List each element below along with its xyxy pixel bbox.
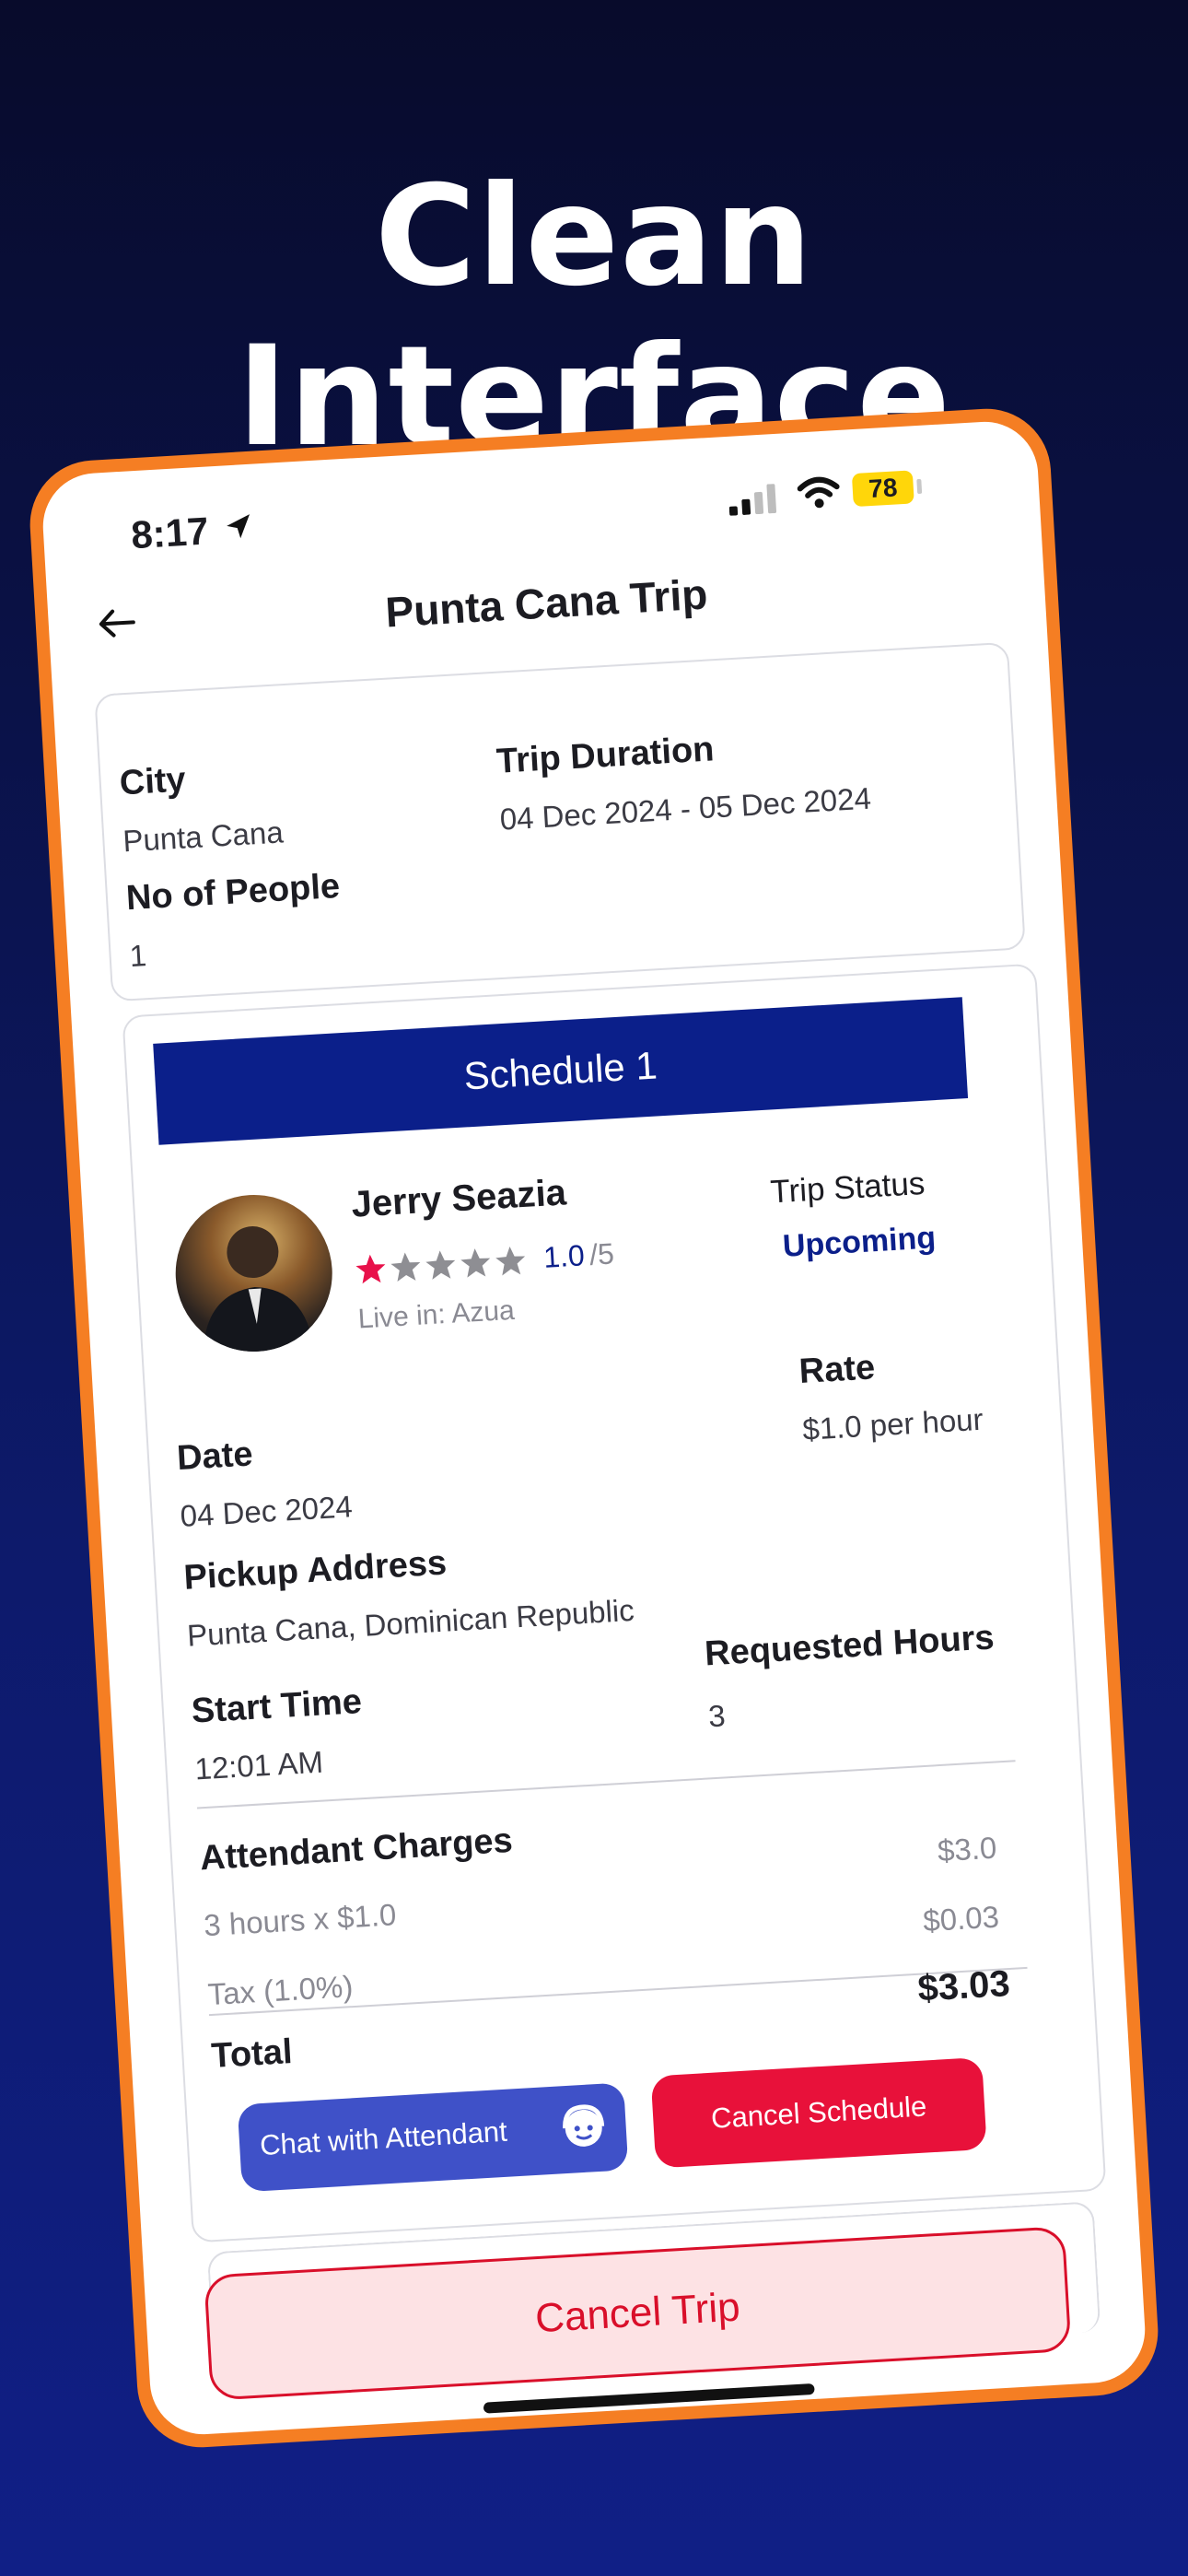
rate-label: Rate bbox=[798, 1348, 877, 1392]
rate-value: $1.0 per hour bbox=[801, 1401, 984, 1446]
charges-line-label: 3 hours x $1.0 bbox=[203, 1897, 398, 1943]
tax-value: $0.03 bbox=[922, 1899, 1000, 1938]
trip-info-card: City Punta Cana Trip Duration 04 Dec 202… bbox=[94, 641, 1026, 1002]
total-label: Total bbox=[210, 2032, 294, 2077]
status-time: 8:17 bbox=[130, 509, 210, 557]
people-label: No of People bbox=[124, 866, 342, 919]
rating-stars bbox=[355, 1244, 531, 1294]
cancel-schedule-button[interactable]: Cancel Schedule bbox=[650, 2056, 987, 2169]
city-label: City bbox=[118, 760, 187, 803]
trip-status-label: Trip Status bbox=[769, 1165, 926, 1211]
wifi-icon bbox=[797, 474, 841, 515]
support-agent-icon bbox=[555, 2100, 612, 2163]
rating-value: 1.0 bbox=[542, 1238, 586, 1274]
rating-max: /5 bbox=[588, 1236, 615, 1271]
start-time-value: 12:01 AM bbox=[193, 1744, 324, 1786]
phone-screen: 8:17 78 Punta Cana Trip City Punta Cana … bbox=[40, 418, 1148, 2438]
attendant-avatar bbox=[170, 1190, 337, 1356]
date-label: Date bbox=[175, 1434, 254, 1479]
charges-line-value: $3.0 bbox=[936, 1830, 998, 1868]
requested-hours-label: Requested Hours bbox=[704, 1618, 996, 1674]
city-value: Punta Cana bbox=[122, 814, 285, 859]
battery-tip bbox=[916, 478, 923, 495]
location-arrow-icon bbox=[222, 510, 255, 548]
signal-icon bbox=[728, 484, 779, 521]
start-time-label: Start Time bbox=[190, 1682, 364, 1731]
tax-label: Tax (1.0%) bbox=[206, 1969, 355, 2012]
lives-in: Live in: Azua bbox=[356, 1294, 516, 1335]
trip-duration-label: Trip Duration bbox=[495, 730, 716, 781]
chat-button-label: Chat with Attendant bbox=[259, 2114, 508, 2162]
trip-status-value: Upcoming bbox=[781, 1220, 938, 1264]
attendant-charges-label: Attendant Charges bbox=[198, 1821, 514, 1879]
people-value: 1 bbox=[128, 938, 148, 974]
date-value: 04 Dec 2024 bbox=[179, 1489, 354, 1533]
requested-hours-value: 3 bbox=[707, 1698, 727, 1734]
schedule-header: Schedule 1 bbox=[153, 997, 969, 1145]
pickup-address-label: Pickup Address bbox=[182, 1543, 448, 1598]
schedule-card: Schedule 1 Jerry Seazia 1.0 /5 Live in: … bbox=[122, 963, 1107, 2243]
trip-duration-value: 04 Dec 2024 - 05 Dec 2024 bbox=[498, 780, 872, 837]
home-indicator bbox=[483, 2383, 815, 2414]
attendant-name: Jerry Seazia bbox=[350, 1172, 568, 1225]
phone-frame: 8:17 78 Punta Cana Trip City Punta Cana … bbox=[26, 404, 1162, 2452]
pickup-address-value: Punta Cana, Dominican Republic bbox=[186, 1592, 635, 1653]
total-value: $3.03 bbox=[916, 1963, 1011, 2009]
chat-with-attendant-button[interactable]: Chat with Attendant bbox=[237, 2082, 629, 2193]
cancel-schedule-label: Cancel Schedule bbox=[710, 2090, 928, 2135]
battery-indicator: 78 bbox=[851, 470, 914, 508]
